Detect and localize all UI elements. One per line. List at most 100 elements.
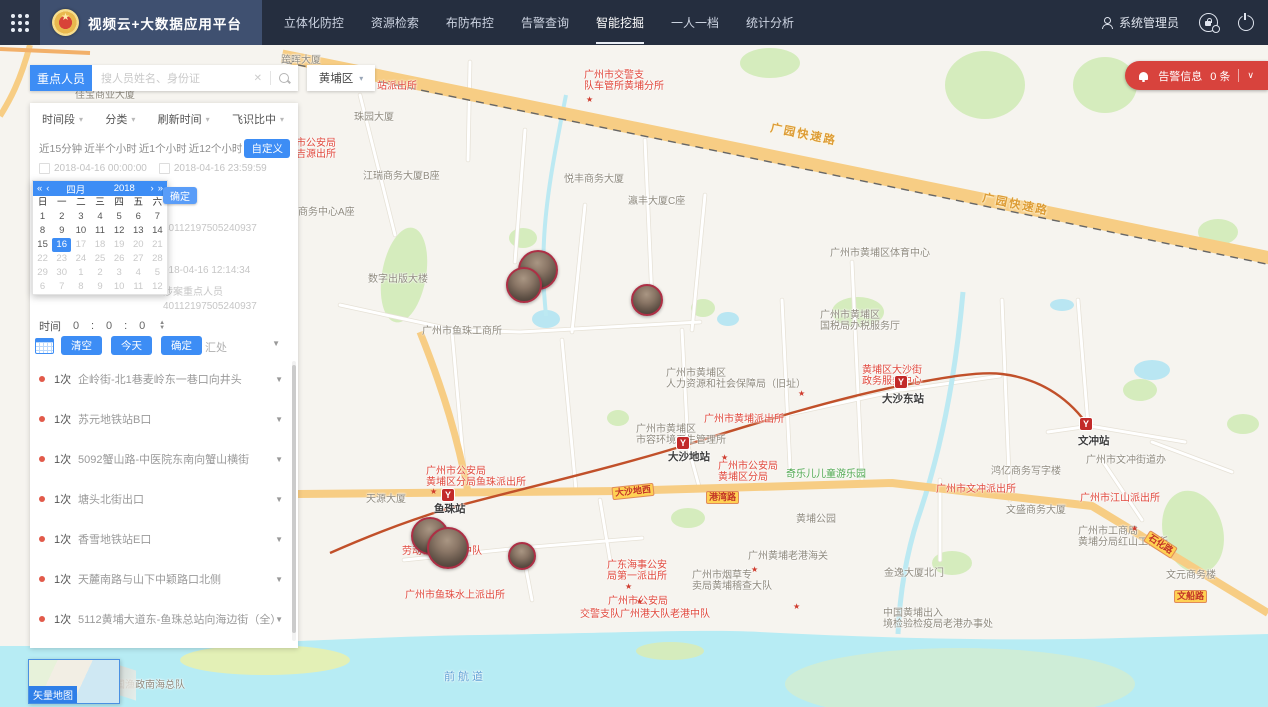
- list-item[interactable]: 1次香雪地铁站E口▼: [30, 519, 298, 559]
- chevron-down-icon[interactable]: ▼: [275, 455, 283, 464]
- search-box[interactable]: 搜人员姓名、身份证 ✕: [92, 65, 298, 91]
- calendar-day[interactable]: 29: [33, 266, 52, 280]
- calendar-day[interactable]: 27: [129, 252, 148, 266]
- chevron-down-icon[interactable]: ▼: [275, 375, 283, 384]
- chevron-down-icon[interactable]: ▼: [275, 495, 283, 504]
- calendar-day[interactable]: 28: [148, 252, 167, 266]
- calendar-day[interactable]: 13: [129, 224, 148, 238]
- metro-station-icon[interactable]: Y: [895, 376, 907, 388]
- person-face-marker[interactable]: [506, 267, 542, 303]
- calendar-day[interactable]: 26: [110, 252, 129, 266]
- calendar-day[interactable]: 4: [129, 266, 148, 280]
- list-item[interactable]: 1次天麓南路与山下中颖路口北侧▼: [30, 559, 298, 599]
- calendar-day[interactable]: 9: [52, 224, 71, 238]
- calendar-day[interactable]: 4: [90, 210, 109, 224]
- date-from-field[interactable]: 2018-04-16 00:00:00: [39, 163, 147, 174]
- clear-icon[interactable]: ✕: [254, 73, 262, 84]
- person-face-marker[interactable]: [631, 284, 663, 316]
- calendar-grid-icon[interactable]: [35, 338, 54, 354]
- calendar-day[interactable]: 22: [33, 252, 52, 266]
- calendar-day[interactable]: 6: [129, 210, 148, 224]
- alert-info-button[interactable]: 告警信息 0 条 ∨: [1125, 61, 1268, 90]
- list-item[interactable]: 1次苏元地铁站B口▼: [30, 399, 298, 439]
- nav-menu-item[interactable]: 统计分析: [746, 1, 794, 44]
- calendar-day[interactable]: 12: [110, 224, 129, 238]
- calendar-day[interactable]: 20: [129, 238, 148, 252]
- calendar-day[interactable]: 11: [129, 280, 148, 294]
- quick-time-option[interactable]: 近12个小时: [189, 141, 243, 156]
- calendar-day[interactable]: 3: [110, 266, 129, 280]
- time-minute[interactable]: 0: [100, 320, 118, 332]
- prev-year-icon[interactable]: «: [37, 183, 42, 194]
- calendar-day[interactable]: 11: [90, 224, 109, 238]
- chevron-down-icon[interactable]: ▼: [275, 415, 283, 424]
- calendar-day[interactable]: 9: [90, 280, 109, 294]
- person-face-marker[interactable]: [508, 542, 536, 570]
- calendar-day[interactable]: 14: [148, 224, 167, 238]
- chevron-down-icon[interactable]: ▼: [275, 535, 283, 544]
- calendar-day[interactable]: 8: [33, 224, 52, 238]
- calendar-day[interactable]: 5: [110, 210, 129, 224]
- calendar-day[interactable]: 17: [71, 238, 90, 252]
- calendar-day[interactable]: 1: [71, 266, 90, 280]
- quick-time-option[interactable]: 近15分钟: [39, 141, 82, 156]
- apps-grid-icon[interactable]: [0, 0, 40, 45]
- calendar-day[interactable]: 6: [33, 280, 52, 294]
- time-spinner[interactable]: ▲▼: [159, 321, 165, 331]
- calendar-day[interactable]: 23: [52, 252, 71, 266]
- calendar-day[interactable]: 7: [52, 280, 71, 294]
- time-hour[interactable]: 0: [67, 320, 85, 332]
- calendar-day[interactable]: 19: [110, 238, 129, 252]
- scrollbar-thumb[interactable]: [292, 365, 296, 633]
- calendar-day[interactable]: 8: [71, 280, 90, 294]
- panel-button[interactable]: 今天: [111, 336, 152, 355]
- next-month-icon[interactable]: ›: [151, 183, 154, 194]
- filter-dropdown[interactable]: 飞识比中▾: [232, 111, 284, 127]
- chevron-down-icon[interactable]: ▼: [272, 339, 280, 348]
- list-item[interactable]: 1次5092蟹山路-中医院东南向蟹山横街▼: [30, 439, 298, 479]
- calendar-day[interactable]: 30: [52, 266, 71, 280]
- calendar-day[interactable]: 5: [148, 266, 167, 280]
- chevron-down-icon[interactable]: ▼: [275, 615, 283, 624]
- calendar-day[interactable]: 21: [148, 238, 167, 252]
- calendar-day[interactable]: 16: [52, 238, 71, 252]
- calendar-day[interactable]: 3: [71, 210, 90, 224]
- district-dropdown[interactable]: 黄埔区 ▾: [307, 65, 375, 91]
- nav-menu-item[interactable]: 立体化防控: [284, 1, 344, 44]
- tab-key-person[interactable]: 重点人员: [30, 65, 92, 91]
- list-item[interactable]: 1次5112黄埔大道东-鱼珠总站向海边街（全）▼: [30, 599, 298, 639]
- panel-button[interactable]: 确定: [161, 336, 202, 355]
- filter-dropdown[interactable]: 分类▾: [105, 111, 135, 127]
- panel-button[interactable]: 清空: [61, 336, 102, 355]
- person-face-marker[interactable]: [427, 527, 469, 569]
- calendar-day[interactable]: 15: [33, 238, 52, 252]
- quick-time-option[interactable]: 近半个小时: [84, 141, 137, 156]
- metro-station-icon[interactable]: Y: [442, 489, 454, 501]
- search-input[interactable]: 搜人员姓名、身份证: [101, 70, 254, 86]
- list-item[interactable]: 1次企岭街-北1巷麦岭东一巷口向井头▼: [30, 359, 298, 399]
- metro-station-icon[interactable]: Y: [1080, 418, 1092, 430]
- search-icon[interactable]: [279, 73, 289, 83]
- metro-station-icon[interactable]: Y: [677, 437, 689, 449]
- time-second[interactable]: 0: [133, 320, 151, 332]
- calendar-day[interactable]: 10: [71, 224, 90, 238]
- calendar-confirm-button[interactable]: 确定: [163, 187, 197, 204]
- calendar-day[interactable]: 1: [33, 210, 52, 224]
- calendar-day[interactable]: 2: [90, 266, 109, 280]
- list-item[interactable]: 1次塘头北街出口▼: [30, 479, 298, 519]
- user-menu[interactable]: 系统管理员: [1102, 14, 1179, 31]
- calendar-day[interactable]: 2: [52, 210, 71, 224]
- nav-menu-item[interactable]: 告警查询: [521, 1, 569, 44]
- nav-menu-item[interactable]: 布防布控: [446, 1, 494, 44]
- calendar-day[interactable]: 10: [110, 280, 129, 294]
- calendar-day[interactable]: 12: [148, 280, 167, 294]
- calendar-year[interactable]: 2018: [102, 183, 147, 194]
- quick-time-option[interactable]: 自定义: [244, 139, 290, 158]
- nav-menu-item[interactable]: 资源检索: [371, 1, 419, 44]
- calendar-day[interactable]: 7: [148, 210, 167, 224]
- filter-dropdown[interactable]: 刷新时间▾: [158, 111, 210, 127]
- nav-menu-item[interactable]: 智能挖掘: [596, 1, 644, 44]
- scrollbar-track[interactable]: [292, 361, 296, 641]
- calendar-day[interactable]: 24: [71, 252, 90, 266]
- lock-settings-icon[interactable]: [1199, 13, 1218, 32]
